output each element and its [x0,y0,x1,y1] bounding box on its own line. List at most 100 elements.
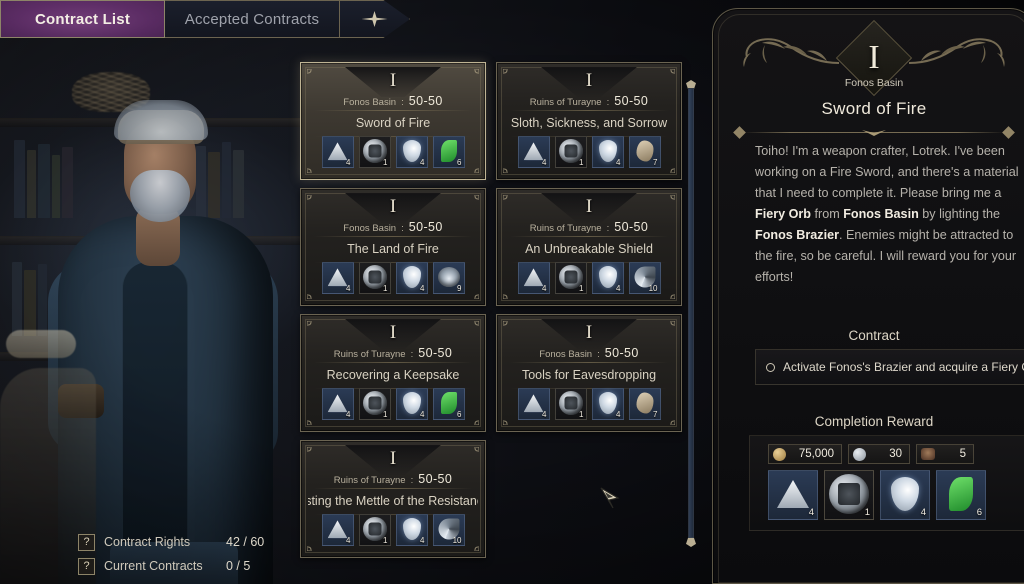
currency-row: 75,000 30 5 [768,444,974,464]
tab-accepted-contracts[interactable]: Accepted Contracts [165,0,340,38]
question-mark-icon[interactable]: ? [78,533,95,551]
item-slot-cone-crystal-icon[interactable]: 4 [321,514,354,546]
water-droplet-icon [598,266,617,289]
question-mark-icon[interactable]: ? [78,557,95,575]
item-qty: 4 [346,410,351,419]
green-leaf-icon [440,392,457,415]
card-tier-numeral: I [585,322,593,343]
item-slot-round-medallion-icon[interactable]: 1 [554,388,587,420]
item-slot-stone-shard-icon[interactable]: 7 [628,136,661,168]
contract-card[interactable]: I Fonos Basin : 50-50 The Land of Fire 4… [300,188,486,306]
contract-list-scrollbar[interactable] [688,88,694,538]
cone-crystal-icon [327,268,348,287]
card-meta: Ruins of Turayne : 50-50 [306,346,480,360]
card-level-range: 50-50 [614,220,649,234]
reward-slot-green-leaf-icon[interactable]: 6 [936,470,986,520]
item-qty: 4 [542,284,547,293]
card-region: Fonos Basin [343,223,397,234]
item-qty: 4 [616,158,621,167]
scrollbar-thumb[interactable] [689,89,693,537]
reward-section-label: Completion Reward [814,414,934,429]
reward-slot-water-droplet-icon[interactable]: 4 [880,470,930,520]
footer-label: Current Contracts [104,559,203,573]
item-slot-ring-relic-icon[interactable]: 9 [432,262,465,294]
completion-reward-box: 75,000 30 5 4 1 4 6 [749,435,1024,531]
objective-text: Activate Fonos's Brazier and acquire a F… [783,360,1024,374]
item-slot-cone-crystal-icon[interactable]: 4 [517,262,550,294]
item-slot-water-droplet-icon[interactable]: 4 [591,388,624,420]
item-qty: 1 [383,410,388,419]
contract-card[interactable]: I Fonos Basin : 50-50 Sword of Fire 4 1 … [300,62,486,180]
blue-crystal-icon [921,448,935,460]
item-slot-stone-shard-icon[interactable]: 7 [628,388,661,420]
contract-card[interactable]: I Ruins of Turayne : 50-50 An Unbreakabl… [496,188,682,306]
card-region: Ruins of Turayne [529,223,602,234]
currency-value: 75,000 [798,448,834,460]
footer-row-contract-rights: ? Contract Rights 42 / 60 [78,530,264,554]
item-qty: 7 [653,158,658,167]
card-level-range: 50-50 [408,220,443,234]
card-item-list: 4 1 4 10 [510,262,668,294]
contract-detail-panel: I Fonos Basin Sword of Fire Toiho! I'm a… [712,8,1024,584]
item-slot-cone-crystal-icon[interactable]: 4 [321,136,354,168]
item-qty: 1 [383,284,388,293]
item-qty: 4 [542,158,547,167]
card-separator: : [410,475,414,486]
reward-slot-cone-crystal-icon[interactable]: 4 [768,470,818,520]
tab-bar: Contract List Accepted Contracts [0,0,410,38]
detail-title: Sword of Fire [821,99,927,118]
item-slot-water-droplet-icon[interactable]: 4 [395,136,428,168]
card-item-list: 4 1 4 6 [314,388,472,420]
item-slot-round-medallion-icon[interactable]: 1 [554,136,587,168]
item-slot-green-leaf-icon[interactable]: 6 [432,388,465,420]
item-slot-round-medallion-icon[interactable]: 1 [358,514,391,546]
item-slot-round-medallion-icon[interactable]: 1 [358,262,391,294]
item-slot-green-leaf-icon[interactable]: 6 [432,136,465,168]
item-slot-round-medallion-icon[interactable]: 1 [358,136,391,168]
contract-card[interactable]: I Fonos Basin : 50-50 Tools for Eavesdro… [496,314,682,432]
item-slot-water-droplet-icon[interactable]: 4 [395,514,428,546]
green-leaf-icon [949,477,973,512]
item-qty: 4 [420,536,425,545]
item-qty: 4 [420,284,425,293]
game-screen: Contract List Accepted Contracts I Fonos… [0,0,1024,584]
card-level-range: 50-50 [614,94,649,108]
item-slot-cone-crystal-icon[interactable]: 4 [517,136,550,168]
cone-crystal-icon [523,394,544,413]
item-qty: 4 [616,284,621,293]
footer-value: 42 / 60 [226,535,265,549]
card-separator: : [401,223,404,234]
item-slot-claw-fragment-icon[interactable]: 10 [628,262,661,294]
contract-card[interactable]: I Ruins of Turayne : 50-50 Recovering a … [300,314,486,432]
item-qty: 6 [976,507,982,518]
item-slot-cone-crystal-icon[interactable]: 4 [321,262,354,294]
water-droplet-icon [402,140,421,163]
item-slot-round-medallion-icon[interactable]: 1 [554,262,587,294]
item-slot-water-droplet-icon[interactable]: 4 [591,136,624,168]
stone-shard-icon [636,392,653,414]
item-qty: 7 [653,410,658,419]
card-item-list: 4 1 4 10 [314,514,472,546]
item-qty: 4 [542,410,547,419]
card-region: Fonos Basin [539,349,593,360]
item-slot-claw-fragment-icon[interactable]: 10 [432,514,465,546]
card-region: Ruins of Turayne [333,349,406,360]
contract-card[interactable]: I Ruins of Turayne : 50-50 Testing the M… [300,440,486,558]
item-slot-cone-crystal-icon[interactable]: 4 [517,388,550,420]
item-slot-water-droplet-icon[interactable]: 4 [591,262,624,294]
item-slot-cone-crystal-icon[interactable]: 4 [321,388,354,420]
item-slot-water-droplet-icon[interactable]: 4 [395,262,428,294]
item-qty: 10 [648,284,658,293]
item-slot-round-medallion-icon[interactable]: 1 [358,388,391,420]
game-pointer-cursor [600,487,620,509]
item-qty: 10 [452,536,462,545]
card-region: Ruins of Turayne [333,475,406,486]
item-qty: 4 [420,158,425,167]
tab-contract-list[interactable]: Contract List [0,0,165,38]
reward-slot-round-medallion-icon[interactable]: 1 [824,470,874,520]
item-slot-water-droplet-icon[interactable]: 4 [395,388,428,420]
contract-objective-row[interactable]: Activate Fonos's Brazier and acquire a F… [755,349,1024,385]
card-meta: Fonos Basin : 50-50 [502,346,676,360]
contract-card[interactable]: I Ruins of Turayne : 50-50 Sloth, Sickne… [496,62,682,180]
currency-value: 30 [889,448,902,460]
